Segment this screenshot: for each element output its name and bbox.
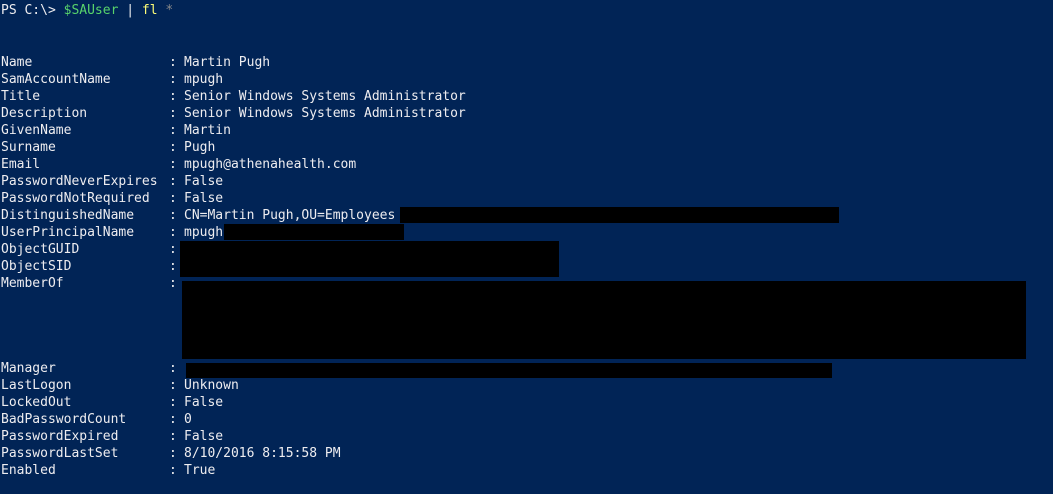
property-separator: : xyxy=(169,140,177,155)
property-value: True xyxy=(184,463,216,478)
property-value: CN=Martin Pugh,OU=Employees xyxy=(184,208,396,223)
property-name: ObjectSID xyxy=(1,259,72,274)
redaction-userprincipalname xyxy=(224,224,404,240)
property-separator: : xyxy=(169,225,177,240)
property-name: ObjectGUID xyxy=(1,242,80,257)
property-row-passwordnotrequired: PasswordNotRequired: False xyxy=(1,190,223,207)
prompt-pipe: | xyxy=(118,3,142,18)
property-separator: : xyxy=(169,446,177,461)
prompt-variable: $SAUser xyxy=(63,3,119,18)
property-value: Martin Pugh xyxy=(184,55,271,70)
property-value: Senior Windows Systems Administrator xyxy=(184,89,466,104)
property-name: MemberOf xyxy=(1,276,64,291)
property-name: Name xyxy=(1,55,33,70)
property-separator: : xyxy=(169,412,177,427)
prompt-command: fl xyxy=(141,3,158,18)
redaction-manager xyxy=(186,363,832,378)
prompt-line: PS C:\> $SAUser | fl * xyxy=(1,2,173,19)
property-separator: : xyxy=(169,378,177,393)
property-separator: : xyxy=(169,361,177,376)
property-row-userprincipalname: UserPrincipalName: mpugh xyxy=(1,224,223,241)
property-separator: : xyxy=(169,55,177,70)
prompt-argument: * xyxy=(157,3,174,18)
property-separator: : xyxy=(169,157,177,172)
property-name: Enabled xyxy=(1,463,56,478)
property-separator: : xyxy=(169,395,177,410)
property-value: mpugh xyxy=(184,72,224,87)
powershell-console[interactable]: PS C:\> $SAUser | fl * Name: Martin Pugh … xyxy=(0,0,1053,494)
property-row-passwordlastset: PasswordLastSet:8/10/2016 8:15:58 PM xyxy=(1,445,341,462)
property-separator: : xyxy=(169,208,177,223)
property-row-manager: Manager: xyxy=(1,360,184,377)
property-row-objectsid: ObjectSID: xyxy=(1,258,184,275)
property-separator: : xyxy=(169,89,177,104)
property-row-lastlogon: LastLogon: Unknown xyxy=(1,377,239,394)
property-row-givenname: GivenName: Martin xyxy=(1,122,231,139)
property-value: False xyxy=(184,191,224,206)
redaction-objectguid-objectsid xyxy=(180,241,559,277)
property-name: PasswordNotRequired xyxy=(1,191,150,206)
property-value: Martin xyxy=(184,123,231,138)
property-name: PasswordExpired xyxy=(1,429,119,444)
property-row-samaccountname: SamAccountName: mpugh xyxy=(1,71,223,88)
property-separator: : xyxy=(169,174,177,189)
property-name: SamAccountName xyxy=(1,72,111,87)
property-name: DistinguishedName xyxy=(1,208,135,223)
property-value: 8/10/2016 8:15:58 PM xyxy=(184,446,341,461)
property-name: BadPasswordCount xyxy=(1,412,127,427)
property-name: Surname xyxy=(1,140,56,155)
property-row-description: Description: Senior Windows Systems Admin… xyxy=(1,105,466,122)
property-value: mpugh xyxy=(184,225,224,240)
property-row-distinguishedname: DistinguishedName: CN=Martin Pugh,OU=Empl… xyxy=(1,207,395,224)
property-row-surname: Surname: Pugh xyxy=(1,139,215,156)
property-separator: : xyxy=(169,429,177,444)
property-separator: : xyxy=(169,463,177,478)
property-row-objectguid: ObjectGUID: xyxy=(1,241,184,258)
property-name: UserPrincipalName xyxy=(1,225,135,240)
property-row-passwordneverexpires: PasswordNeverExpires: False xyxy=(1,173,223,190)
redaction-memberof xyxy=(182,281,1026,359)
property-name: Description xyxy=(1,106,88,121)
property-value: Unknown xyxy=(184,378,239,393)
property-row-name: Name: Martin Pugh xyxy=(1,54,270,71)
property-name: GivenName xyxy=(1,123,72,138)
prompt-text: PS C:\> xyxy=(1,3,64,18)
property-name: LockedOut xyxy=(1,395,72,410)
property-name: Title xyxy=(1,89,41,104)
property-value: Senior Windows Systems Administrator xyxy=(184,106,466,121)
property-value: Pugh xyxy=(184,140,216,155)
property-row-email: Email: mpugh@athenahealth.com xyxy=(1,156,356,173)
property-row-badpasswordcount: BadPasswordCount:0 xyxy=(1,411,192,428)
property-value: 0 xyxy=(184,412,192,427)
property-name: Manager xyxy=(1,361,56,376)
property-separator: : xyxy=(169,191,177,206)
property-row-memberof: MemberOf: xyxy=(1,275,184,292)
property-row-title: Title: Senior Windows Systems Administrat… xyxy=(1,88,466,105)
redaction-distinguishedname xyxy=(400,207,839,223)
property-name: LastLogon xyxy=(1,378,72,393)
property-row-enabled: Enabled: True xyxy=(1,462,215,479)
property-row-lockedout: LockedOut: False xyxy=(1,394,223,411)
property-name: PasswordLastSet xyxy=(1,446,119,461)
property-value: False xyxy=(184,429,224,444)
property-name: PasswordNeverExpires xyxy=(1,174,158,189)
property-value: False xyxy=(184,174,224,189)
property-name: Email xyxy=(1,157,41,172)
property-separator: : xyxy=(169,106,177,121)
property-value: mpugh@athenahealth.com xyxy=(184,157,357,172)
property-separator: : xyxy=(169,72,177,87)
property-value: False xyxy=(184,395,224,410)
property-row-passwordexpired: PasswordExpired: False xyxy=(1,428,223,445)
property-separator: : xyxy=(169,123,177,138)
